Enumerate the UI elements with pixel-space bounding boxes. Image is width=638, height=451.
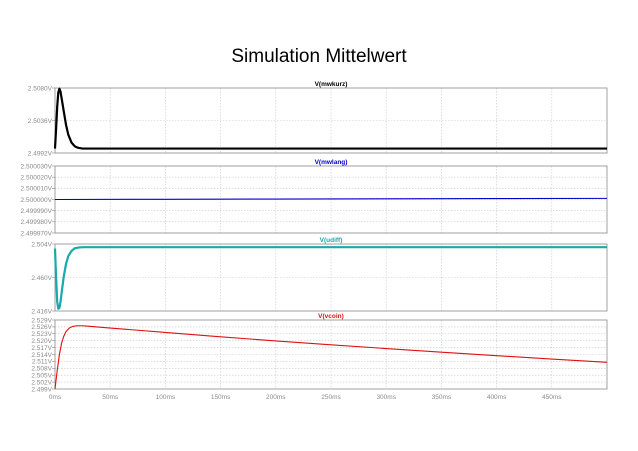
x-tick-label: 50ms: [102, 394, 119, 401]
x-tick-label: 100ms: [156, 394, 176, 401]
y-tick-label: 2.504V: [31, 241, 52, 248]
panel-title: V(vcoin): [318, 313, 344, 320]
x-tick-label: 350ms: [432, 394, 452, 401]
panel-title: V(mwkurz): [315, 81, 348, 88]
y-tick-label: 2.500020V: [21, 174, 53, 181]
x-tick-label: 250ms: [321, 394, 341, 401]
y-tick-label: 2.499990V: [21, 208, 53, 215]
x-tick-label: 300ms: [376, 394, 396, 401]
y-tick-label: 2.508V: [31, 366, 52, 373]
y-tick-label: 2.5036V: [28, 118, 53, 125]
plot-panel: 2.499970V 2.499980V 2.499990V 2.500000V 2.50…: [21, 159, 608, 237]
x-tick-label: 400ms: [487, 394, 507, 401]
y-tick-label: 2.500000V: [21, 197, 53, 204]
y-tick-label: 2.499970V: [21, 230, 53, 237]
y-tick-label: 2.5080V: [28, 85, 53, 92]
chart-layer: 2.4992V2.5036V2.5080VV(mwkurz)2.499970V2…: [21, 81, 608, 401]
panel-title: V(mwlang): [315, 159, 348, 166]
y-tick-label: 2.505V: [31, 373, 52, 380]
y-tick-label: 2.514V: [31, 352, 52, 359]
y-tick-label: 2.416V: [31, 308, 52, 315]
chart-canvas: 2.4992V2.5036V2.5080VV(mwkurz)2.499970V2…: [21, 81, 608, 401]
x-tick-label: 200ms: [266, 394, 286, 401]
y-tick-label: 2.460V: [31, 275, 52, 282]
y-tick-label: 2.500010V: [21, 186, 53, 193]
plot-panel: 2.416V 2.460V 2.504V V(udiff): [31, 237, 608, 315]
y-tick-label: 2.500030V: [21, 163, 53, 170]
y-tick-label: 2.499980V: [21, 219, 53, 226]
y-tick-label: 2.4992V: [28, 150, 53, 157]
x-tick-label: 0ms: [49, 394, 62, 401]
y-tick-label: 2.502V: [31, 379, 52, 386]
plot-panel: 2.4992V 2.5036V 2.5080V V(mwkurz): [28, 81, 608, 157]
y-tick-label: 2.520V: [31, 338, 52, 345]
plot-panel: 2.499V2.502V2.505V2.508V2.511V2.514V2.51…: [31, 313, 608, 393]
y-tick-label: 2.523V: [31, 331, 52, 338]
x-tick-label: 150ms: [211, 394, 231, 401]
y-tick-label: 2.517V: [31, 345, 52, 352]
y-tick-label: 2.511V: [32, 359, 53, 366]
x-tick-label: 450ms: [542, 394, 562, 401]
y-tick-label: 2.499V: [31, 386, 52, 393]
y-tick-label: 2.529V: [31, 317, 52, 324]
panel-title: V(udiff): [320, 237, 343, 244]
y-tick-label: 2.526V: [31, 324, 52, 331]
